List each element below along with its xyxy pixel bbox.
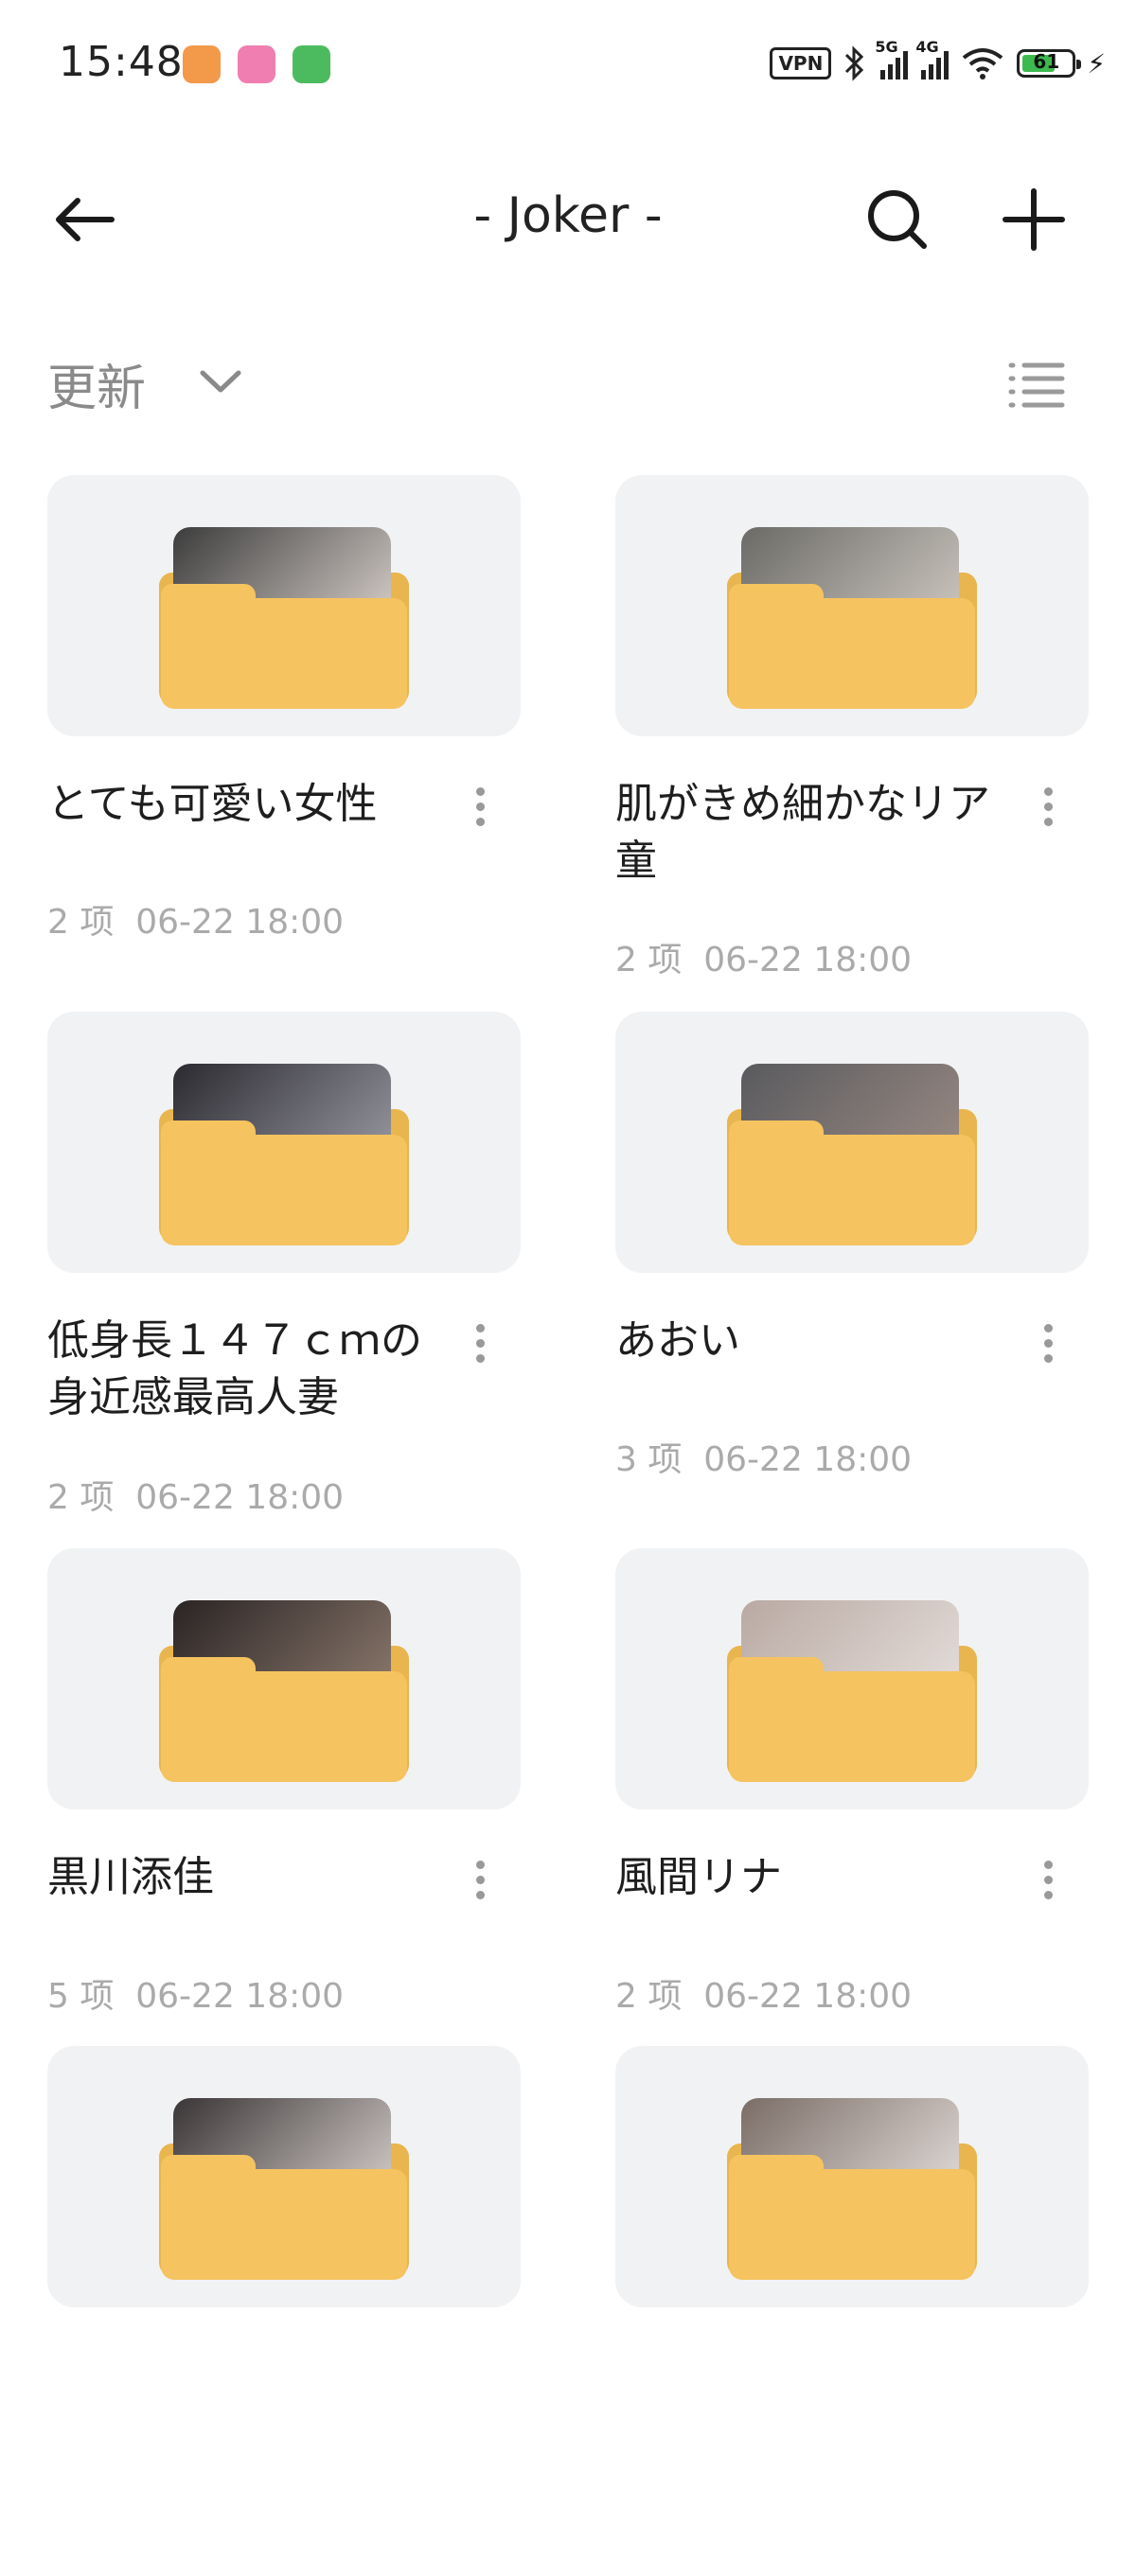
sort-dropdown-button[interactable] xyxy=(197,358,244,405)
folder-meta: 3 项 06-22 18:00 xyxy=(615,1432,912,1481)
folder-thumbnail[interactable] xyxy=(47,1548,521,1809)
wifi-icon xyxy=(963,48,1003,79)
folder-icon xyxy=(727,527,977,709)
folder-card[interactable] xyxy=(47,2046,521,2576)
folder-date: 06-22 18:00 xyxy=(135,1977,345,2016)
folder-card[interactable]: 黒川添佳 5 项 06-22 18:00 xyxy=(47,1548,521,2078)
search-icon xyxy=(868,190,927,249)
folder-thumbnail[interactable] xyxy=(615,1012,1089,1273)
folder-icon xyxy=(159,527,409,709)
signal-5g-icon: 5G xyxy=(875,38,909,79)
folder-thumbnail[interactable] xyxy=(615,2046,1089,2307)
folder-name: とても可愛い女性 xyxy=(47,780,378,828)
more-options-button[interactable] xyxy=(1034,783,1062,839)
folder-date: 06-22 18:00 xyxy=(703,941,913,979)
folder-thumbnail[interactable] xyxy=(615,475,1089,736)
folder-thumbnail[interactable] xyxy=(47,2046,521,2307)
folder-thumbnail[interactable] xyxy=(47,1012,521,1273)
folder-date: 06-22 18:00 xyxy=(135,1478,345,1517)
bilibili-app-icon xyxy=(238,45,275,83)
folder-icon xyxy=(159,2098,409,2280)
folder-thumbnail[interactable] xyxy=(47,475,521,736)
folder-date: 06-22 18:00 xyxy=(703,1977,913,2016)
folder-meta: 5 项 06-22 18:00 xyxy=(47,1968,344,2018)
more-options-button[interactable] xyxy=(1034,1319,1062,1376)
folder-icon xyxy=(727,1064,977,1245)
folder-item-count: 5 项 xyxy=(47,1977,115,2016)
folder-meta: 2 项 06-22 18:00 xyxy=(615,1968,912,2018)
more-options-button[interactable] xyxy=(1034,1856,1062,1913)
folder-item-count: 2 项 xyxy=(615,1977,683,2016)
add-button[interactable] xyxy=(996,182,1072,257)
folder-thumbnail[interactable] xyxy=(615,1548,1089,1809)
folder-card[interactable]: 風間リナ 2 项 06-22 18:00 xyxy=(615,1548,1089,2078)
charging-icon: ⚡ xyxy=(1087,47,1106,79)
status-bar: 15:48 VPN 5G 4G 61 ⚡ xyxy=(0,0,1136,123)
folder-icon xyxy=(727,1600,977,1782)
folder-card[interactable]: とても可愛い女性 2 项 06-22 18:00 xyxy=(47,475,521,1005)
folder-card[interactable]: あおい 3 项 06-22 18:00 xyxy=(615,1012,1089,1542)
folder-card[interactable] xyxy=(615,2046,1089,2576)
orange-app-icon xyxy=(183,45,221,83)
status-time: 15:48 xyxy=(59,38,184,86)
green-bolt-app-icon xyxy=(293,45,330,83)
folder-meta: 2 项 06-22 18:00 xyxy=(47,894,344,944)
more-options-button[interactable] xyxy=(466,1856,494,1913)
view-mode-button[interactable] xyxy=(1003,350,1070,416)
signal-4g-icon: 4G xyxy=(915,38,950,79)
chevron-down-icon xyxy=(200,370,241,393)
sort-dropdown-label[interactable]: 更新 xyxy=(47,348,146,419)
folder-item-count: 2 项 xyxy=(615,941,683,979)
plus-icon xyxy=(1003,188,1065,251)
folder-meta: 2 项 06-22 18:00 xyxy=(47,1470,344,1519)
app-header: - Joker - xyxy=(0,161,1136,274)
folder-date: 06-22 18:00 xyxy=(703,1440,913,1479)
bluetooth-icon xyxy=(845,45,864,81)
folder-name: 黒川添佳 xyxy=(47,1853,214,1901)
vpn-icon: VPN xyxy=(770,47,832,79)
more-options-button[interactable] xyxy=(466,1319,494,1376)
folder-item-count: 2 项 xyxy=(47,1478,115,1517)
folder-name: 肌がきめ細かなリア童 xyxy=(615,780,990,885)
folder-icon xyxy=(159,1064,409,1245)
search-button[interactable] xyxy=(860,182,935,257)
folder-meta: 2 项 06-22 18:00 xyxy=(615,932,912,981)
folder-name: あおい xyxy=(615,1316,740,1365)
sort-bar: 更新 xyxy=(0,331,1136,426)
folder-item-count: 2 项 xyxy=(47,903,115,942)
folder-name: 風間リナ xyxy=(615,1853,782,1901)
folder-icon xyxy=(727,2098,977,2280)
folder-name: 低身長１４７ｃｍの身近感最高人妻 xyxy=(47,1316,422,1421)
status-indicators: VPN 5G 4G 61 ⚡ xyxy=(770,38,1106,87)
more-options-button[interactable] xyxy=(466,783,494,839)
list-view-icon xyxy=(1008,362,1065,408)
folder-icon xyxy=(159,1600,409,1782)
folder-item-count: 3 项 xyxy=(615,1440,683,1479)
folder-card[interactable]: 肌がきめ細かなリア童 2 项 06-22 18:00 xyxy=(615,475,1089,1005)
folder-date: 06-22 18:00 xyxy=(135,903,345,942)
page-title: - Joker - xyxy=(473,187,663,244)
battery-icon: 61 xyxy=(1017,49,1082,78)
folder-card[interactable]: 低身長１４７ｃｍの身近感最高人妻 2 项 06-22 18:00 xyxy=(47,1012,521,1542)
